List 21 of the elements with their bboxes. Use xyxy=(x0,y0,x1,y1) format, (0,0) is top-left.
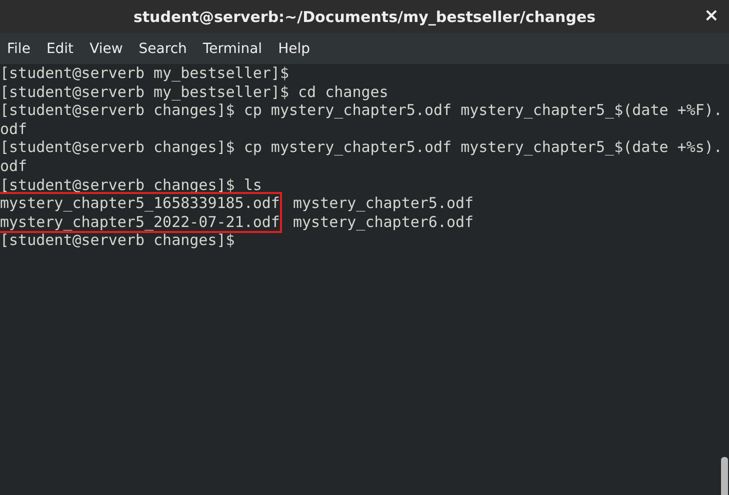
close-button[interactable]: × xyxy=(700,5,723,26)
terminal-line: [student@serverb changes]$ cp mystery_chapter5.odf mystery_chapter5_$(date +%s). xyxy=(0,138,724,157)
scrollbar[interactable] xyxy=(721,457,728,495)
menu-item[interactable]: Help xyxy=(278,40,310,56)
terminal-line: [student@serverb changes]$ cp mystery_chapter5.odf mystery_chapter5_$(date +%F). xyxy=(0,101,724,120)
terminal-line: [student@serverb my_bestseller]$ xyxy=(0,64,290,83)
terminal-line: [student@serverb my_bestseller]$ cd changes xyxy=(0,82,390,102)
file-name: mystery_chapter6.odf xyxy=(292,212,474,232)
window-title: student@serverb:~/Documents/my_bestseller/changes xyxy=(133,8,596,26)
menu-item[interactable]: Search xyxy=(138,40,187,56)
menu-item[interactable]: View xyxy=(90,40,123,56)
file-name: mystery_chapter5_1658339185.odf xyxy=(0,194,280,213)
menu-item[interactable]: File xyxy=(7,40,30,56)
file-name: mystery_chapter5_2022-07-21.odf xyxy=(0,212,280,232)
menu-item[interactable]: Terminal xyxy=(202,40,262,56)
terminal-line: odf xyxy=(0,156,28,176)
menu-item[interactable]: Edit xyxy=(46,40,74,56)
terminal-line: odf xyxy=(0,120,28,138)
terminal-line: [student@serverb changes]$ ls xyxy=(0,176,263,194)
terminal-line: [student@serverb changes]$ xyxy=(0,231,236,250)
file-name: mystery_chapter5.odf xyxy=(292,194,474,213)
